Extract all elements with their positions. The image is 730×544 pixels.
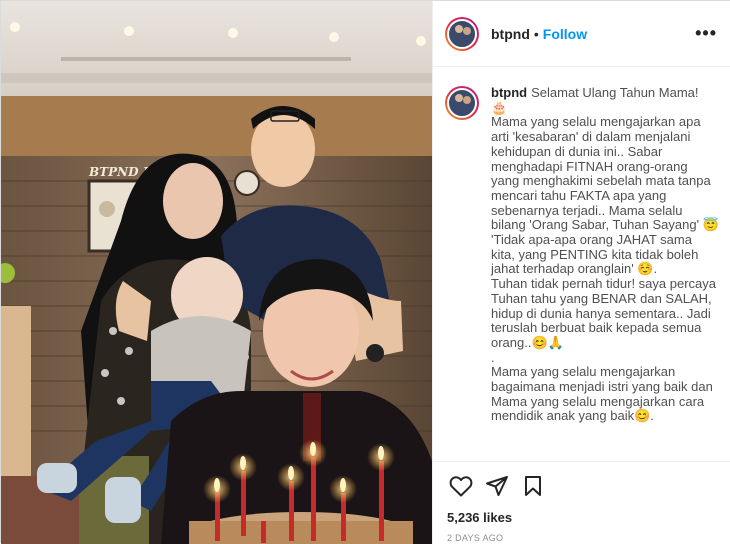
caption-row: btpnd Selamat Ulang Tahun Mama! 🎂 Mama ya… [445, 85, 722, 424]
caption-avatar[interactable] [445, 86, 479, 120]
separator-dot: • [533, 25, 539, 42]
more-options-icon[interactable]: ••• [695, 23, 717, 44]
username-link[interactable]: btpnd [491, 26, 530, 42]
post-actions: 5,236 likes 2 DAYS AGO [433, 461, 730, 544]
caption-username[interactable]: btpnd [491, 85, 527, 100]
comments-section[interactable]: btpnd Selamat Ulang Tahun Mama! 🎂 Mama ya… [433, 68, 730, 461]
caption-text: Selamat Ulang Tahun Mama! 🎂 Mama yang se… [491, 85, 719, 424]
profile-avatar[interactable] [445, 16, 479, 51]
post-photo[interactable]: BTPND Jam [1, 1, 432, 544]
heart-icon[interactable] [447, 472, 475, 500]
follow-button[interactable]: Follow [543, 26, 587, 42]
action-icons [447, 472, 718, 500]
instagram-post-modal: BTPND Jam btpnd • Follow ••• btpnd Selam… [0, 0, 730, 544]
post-timestamp[interactable]: 2 DAYS AGO [447, 533, 718, 543]
bookmark-icon[interactable] [519, 472, 547, 500]
family-birthday-photo: BTPND Jam [1, 1, 432, 544]
post-side-panel: btpnd • Follow ••• btpnd Selamat Ulang Ta… [432, 1, 730, 544]
likes-count[interactable]: 5,236 likes [447, 510, 718, 525]
caption: btpnd Selamat Ulang Tahun Mama! 🎂 Mama ya… [491, 85, 719, 424]
paper-plane-icon[interactable] [483, 472, 511, 500]
post-header: btpnd • Follow ••• [433, 1, 730, 67]
